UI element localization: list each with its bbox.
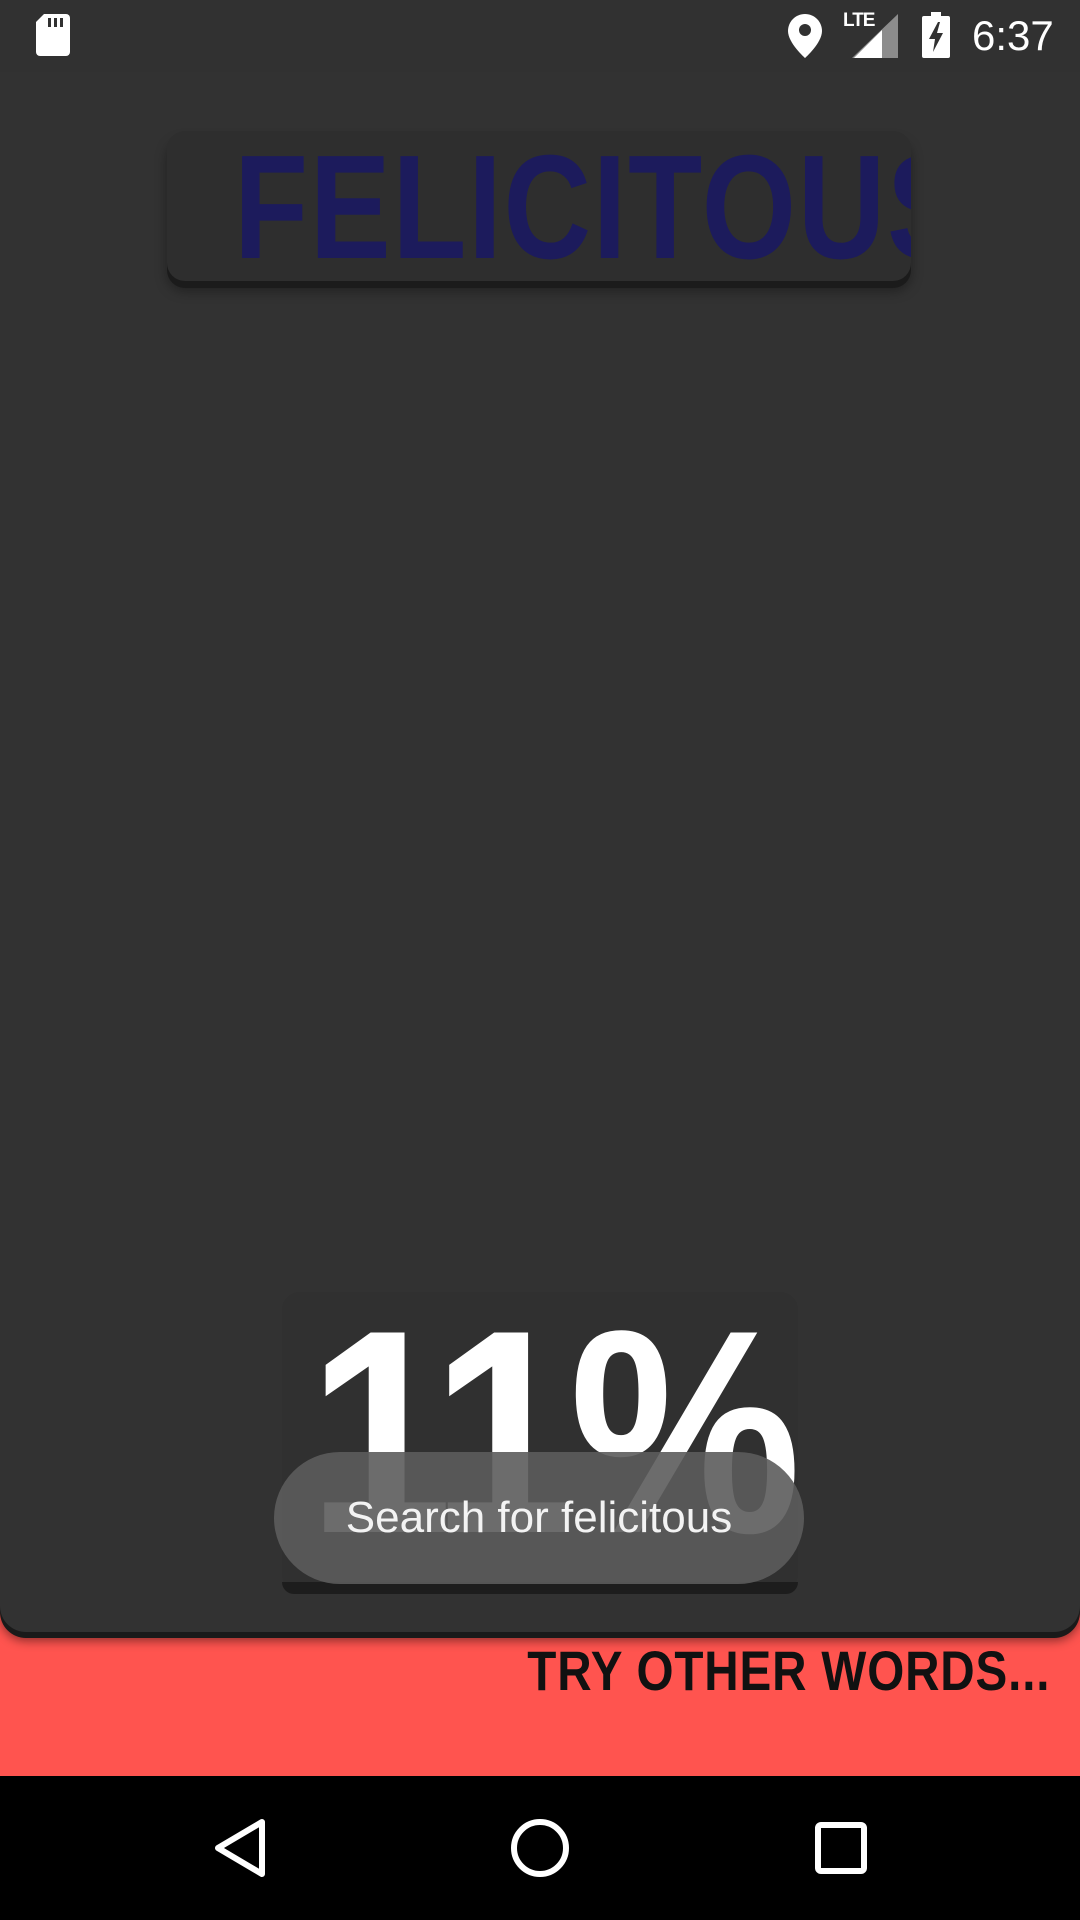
back-icon[interactable] <box>212 1816 268 1884</box>
main-card: FELICITOUS 11% Search for felicitous <box>0 0 1080 1632</box>
navigation-bar <box>0 1776 1080 1920</box>
battery-charging-icon <box>922 12 950 62</box>
app-screen: LTE 6:37 FELICITOUS 11% Search for felic… <box>0 0 1080 1920</box>
signal-icon <box>852 14 898 62</box>
location-pin-icon <box>788 14 822 62</box>
try-other-words-link[interactable]: TRY OTHER WORDS... <box>527 1640 1050 1702</box>
clock: 6:37 <box>972 12 1054 59</box>
status-bar: LTE 6:37 <box>0 0 1080 72</box>
recents-icon[interactable] <box>812 1816 868 1884</box>
word-title-card: FELICITOUS <box>167 131 911 281</box>
word-title: FELICITOUS <box>233 131 911 282</box>
sd-card-icon <box>36 14 70 60</box>
search-word-button[interactable]: Search for felicitous <box>274 1452 804 1584</box>
home-icon[interactable] <box>508 1816 572 1884</box>
